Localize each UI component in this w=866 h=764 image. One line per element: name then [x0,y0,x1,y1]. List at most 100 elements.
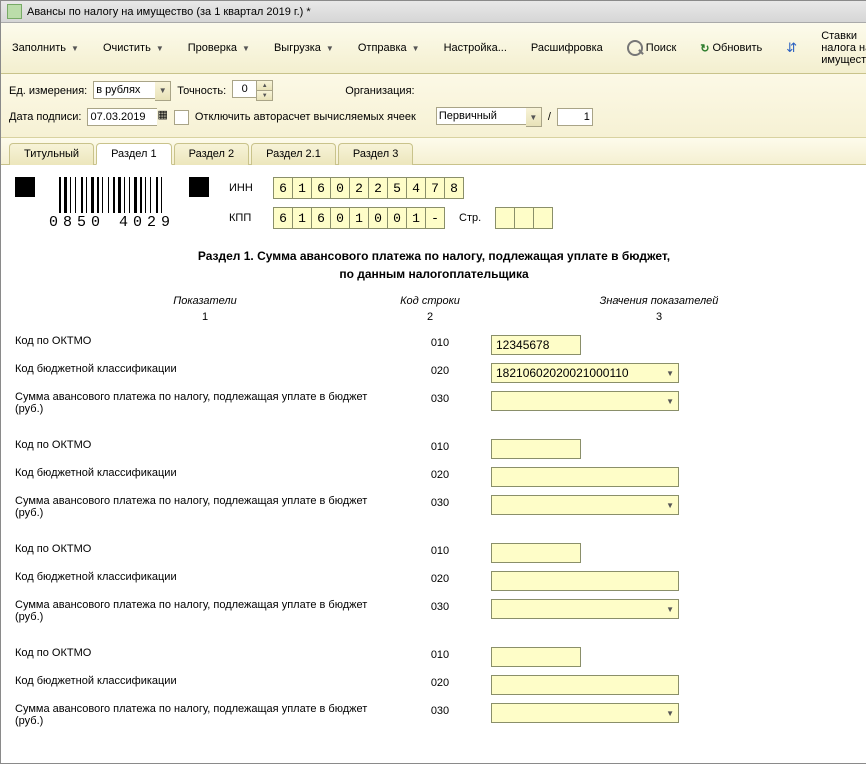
section-subtitle: по данным налогоплательщика [15,267,853,281]
unit-input[interactable] [93,81,155,99]
org-label: Организация: [345,85,414,97]
row-code: 030 [405,495,475,509]
col-linecode: Код строки [395,295,465,307]
row-code: 010 [405,543,475,557]
disable-autocalc-checkbox[interactable] [174,110,189,125]
search-label: Поиск [646,42,676,54]
sum-field[interactable]: ▼ [491,495,679,515]
tab-section-2-1[interactable]: Раздел 2.1 [251,143,336,165]
send-button[interactable]: Отправка▼ [351,38,427,58]
row-label: Сумма авансового платежа по налогу, подл… [15,391,405,415]
signdate-field[interactable]: ▦ [87,108,167,126]
titlebar: Авансы по налогу на имущество (за 1 квар… [1,1,866,23]
row-code: 020 [405,675,475,689]
kbk-field[interactable]: 18210602020021000110▼ [491,363,679,383]
window-title: Авансы по налогу на имущество (за 1 квар… [27,6,311,18]
data-group: Код по ОКТМО010 Код бюджетной классификац… [15,439,853,519]
page-cells[interactable] [495,207,553,229]
search-icon [627,40,643,56]
tab-section-2[interactable]: Раздел 2 [174,143,250,165]
precision-input[interactable] [232,80,256,98]
column-headers: Показатели Код строки Значения показател… [15,295,853,307]
search-button[interactable]: Поиск [620,36,683,60]
precision-stepper[interactable]: ▲ ▼ [232,80,273,101]
page-label: Стр. [459,212,481,224]
data-group: Код по ОКТМО010 Код бюджетной классификац… [15,543,853,623]
row-label: Код по ОКТМО [15,335,405,347]
sum-field[interactable]: ▼ [491,599,679,619]
correction-number-field[interactable] [557,108,593,126]
dropdown-icon[interactable]: ▼ [526,107,542,127]
rates-label: Ставки налога на имущество [821,30,866,66]
decode-label: Расшифровка [531,42,603,54]
section-title: Раздел 1. Сумма авансового платежа по на… [15,249,853,263]
fill-button[interactable]: Заполнить▼ [5,38,86,58]
row-label: Код бюджетной классификации [15,675,405,687]
clear-button[interactable]: Очистить▼ [96,38,171,58]
dropdown-icon: ▼ [71,44,79,53]
dropdown-icon: ▼ [666,397,674,406]
kpp-cells[interactable]: 61601001- [273,207,445,229]
row-label: Код бюджетной классификации [15,467,405,479]
data-group: Код по ОКТМО010Код бюджетной классификац… [15,647,853,727]
oktmo-field[interactable] [491,439,581,459]
spin-up-icon[interactable]: ▲ [256,80,273,90]
colnum-3: 3 [465,311,853,323]
updown-button[interactable]: ⇵ [779,39,804,57]
row-label: Код бюджетной классификации [15,571,405,583]
refresh-icon: ↻ [700,42,709,55]
sum-field[interactable]: ▼ [491,391,679,411]
refresh-button[interactable]: ↻Обновить [693,38,769,59]
dropdown-icon[interactable]: ▼ [155,81,171,101]
row-code: 010 [405,439,475,453]
row-label: Код по ОКТМО [15,543,405,555]
barcode-number: 0850 4029 [49,214,175,231]
tab-section-1[interactable]: Раздел 1 [96,143,172,165]
app-window: Авансы по налогу на имущество (за 1 квар… [0,0,866,764]
oktmo-field[interactable] [491,543,581,563]
unit-select[interactable]: ▼ [93,81,171,101]
app-icon [7,4,22,19]
upload-button[interactable]: Выгрузка▼ [267,38,341,58]
upload-label: Выгрузка [274,42,321,54]
correction-kind-input[interactable] [436,107,526,125]
slash-label: / [548,111,551,123]
rates-button[interactable]: Ставки налога на имущество [814,26,866,70]
col-values: Значения показателей [465,295,853,307]
spin-down-icon[interactable]: ▼ [256,90,273,101]
date-picker-icon[interactable]: ▦ [157,108,167,126]
dropdown-icon: ▼ [666,709,674,718]
kbk-field[interactable] [491,675,679,695]
oktmo-field[interactable]: 12345678 [491,335,581,355]
unit-label: Ед. измерения: [9,85,87,97]
correction-kind-select[interactable]: ▼ [436,107,542,127]
check-label: Проверка [188,42,237,54]
data-group: Код по ОКТМО01012345678Код бюджетной кла… [15,335,853,415]
kbk-field[interactable] [491,467,679,487]
setup-label: Настройка... [444,42,507,54]
inn-cells[interactable]: 6160225478 [273,177,464,199]
dropdown-icon: ▼ [666,605,674,614]
col-indicators: Показатели [15,295,395,307]
kbk-field[interactable] [491,571,679,591]
form-content: 0850 4029 ИНН 6160225478 КПП 61601001- С… [1,165,866,763]
setup-button[interactable]: Настройка... [437,38,514,58]
row-code: 020 [405,363,475,377]
dropdown-icon: ▼ [666,501,674,510]
dropdown-icon: ▼ [242,44,250,53]
oktmo-field[interactable] [491,647,581,667]
signdate-input[interactable] [87,108,157,126]
row-code: 020 [405,571,475,585]
marker-left [15,177,35,197]
dropdown-icon: ▼ [666,369,674,378]
row-label: Код по ОКТМО [15,647,405,659]
check-button[interactable]: Проверка ▼ [181,38,257,58]
sum-field[interactable]: ▼ [491,703,679,723]
disable-autocalc-label: Отключить авторасчет вычисляемых ячеек [195,111,416,123]
row-code: 030 [405,703,475,717]
precision-label: Точность: [177,85,226,97]
row-label: Код по ОКТМО [15,439,405,451]
decode-button[interactable]: Расшифровка [524,38,610,58]
tab-title[interactable]: Титульный [9,143,94,165]
tab-section-3[interactable]: Раздел 3 [338,143,414,165]
